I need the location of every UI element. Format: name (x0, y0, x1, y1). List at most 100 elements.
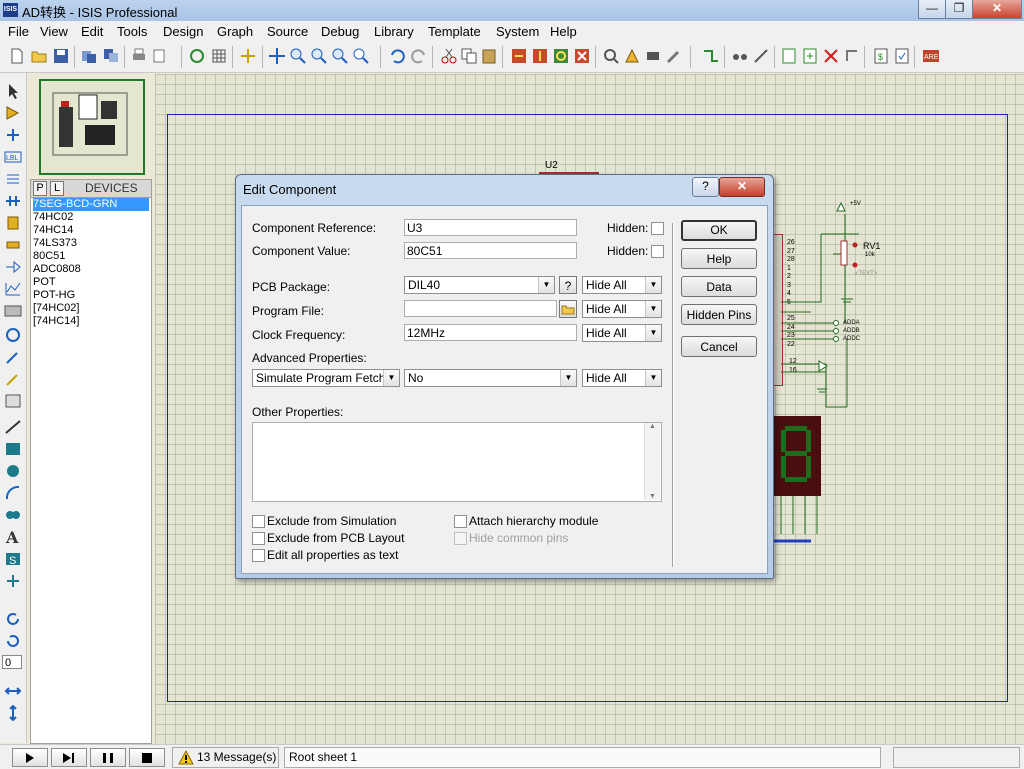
pick-devices-button[interactable]: P (33, 181, 47, 196)
list-item[interactable]: [74HC02] (33, 302, 79, 315)
list-item[interactable]: 7SEG-BCD-GRN (33, 198, 149, 211)
ok-button[interactable]: OK (681, 220, 757, 241)
reference-hidden-checkbox[interactable] (651, 222, 664, 235)
generator-mode-icon[interactable] (4, 327, 22, 343)
arc-tool-icon[interactable] (4, 485, 22, 501)
search-tag-icon[interactable] (731, 47, 749, 65)
mirror-horizontal-icon[interactable] (4, 683, 22, 699)
maximize-button[interactable]: ❐ (945, 0, 973, 19)
help-button[interactable]: Help (681, 248, 757, 269)
grid-icon[interactable] (210, 47, 228, 65)
copy-icon[interactable] (460, 47, 478, 65)
dialog-close-button[interactable]: ✕ (719, 177, 765, 197)
list-item[interactable]: [74HC14] (33, 315, 79, 328)
list-item[interactable]: 80C51 (33, 250, 65, 263)
data-button[interactable]: Data (681, 276, 757, 297)
make-device-icon[interactable] (623, 47, 641, 65)
clock-frequency-input[interactable]: 12MHz (404, 324, 577, 341)
play-button[interactable] (12, 748, 48, 767)
menu-source[interactable]: Source (267, 24, 308, 39)
new-file-icon[interactable] (8, 47, 26, 65)
exclude-pcb-checkbox[interactable] (252, 532, 265, 545)
step-button[interactable] (51, 748, 87, 767)
minimize-button[interactable]: — (918, 0, 946, 19)
add-sheet-icon[interactable] (801, 47, 819, 65)
wire-label-mode-icon[interactable]: LBL (4, 149, 22, 165)
bill-of-materials-icon[interactable]: $ (872, 47, 890, 65)
text-tool-icon[interactable]: A (4, 529, 22, 545)
import-icon[interactable] (80, 47, 98, 65)
rotate-cw-icon[interactable] (4, 611, 22, 627)
stop-button[interactable] (129, 748, 165, 767)
hidden-pins-button[interactable]: Hidden Pins (681, 304, 757, 325)
menu-debug[interactable]: Debug (321, 24, 359, 39)
rotation-angle-field[interactable]: 0 (2, 655, 22, 669)
pcb-package-visibility-select[interactable]: Hide All ▼ (582, 276, 662, 294)
list-item[interactable]: ADC0808 (33, 263, 81, 276)
ares-icon[interactable]: ARES (922, 47, 940, 65)
property-tool-icon[interactable] (752, 47, 770, 65)
attach-hierarchy-checkbox[interactable] (454, 515, 467, 528)
line-tool-icon[interactable] (4, 419, 22, 435)
electrical-check-icon[interactable] (893, 47, 911, 65)
pick-device-icon[interactable] (602, 47, 620, 65)
exit-parent-icon[interactable] (843, 47, 861, 65)
edit-all-as-text-checkbox[interactable] (252, 549, 265, 562)
new-sheet-icon[interactable] (780, 47, 798, 65)
list-item[interactable]: POT-HG (33, 289, 75, 302)
cut-icon[interactable] (440, 47, 458, 65)
list-item[interactable]: POT (33, 276, 56, 289)
area-icon[interactable] (150, 47, 168, 65)
junction-mode-icon[interactable] (4, 127, 22, 143)
tape-recorder-mode-icon[interactable] (4, 303, 22, 319)
menu-edit[interactable]: Edit (81, 24, 103, 39)
hide-common-pins-checkbox[interactable] (454, 532, 467, 545)
bus-mode-icon[interactable] (4, 193, 22, 209)
menu-library[interactable]: Library (374, 24, 414, 39)
path-tool-icon[interactable] (4, 507, 22, 523)
export-icon[interactable] (102, 47, 120, 65)
messages-indicator[interactable]: 13 Message(s) (172, 747, 279, 768)
graph-mode-icon[interactable] (4, 281, 22, 297)
decompose-icon[interactable] (665, 47, 683, 65)
menu-graph[interactable]: Graph (217, 24, 253, 39)
selection-mode-icon[interactable] (4, 83, 22, 99)
block-delete-icon[interactable] (573, 47, 591, 65)
component-reference-input[interactable]: U3 (404, 219, 577, 236)
value-hidden-checkbox[interactable] (651, 245, 664, 258)
save-icon[interactable] (52, 47, 70, 65)
program-file-input[interactable] (404, 300, 557, 317)
other-properties-scrollbar[interactable]: ▲ ▼ (644, 423, 660, 500)
text-script-mode-icon[interactable] (4, 171, 22, 187)
current-probe-icon[interactable] (4, 371, 22, 387)
zoom-all-icon[interactable] (331, 47, 349, 65)
marker-tool-icon[interactable] (4, 573, 22, 589)
remove-sheet-icon[interactable] (822, 47, 840, 65)
terminal-mode-icon[interactable] (4, 237, 22, 253)
list-item[interactable]: 74HC14 (33, 224, 73, 237)
symbol-tool-icon[interactable]: S (4, 551, 22, 567)
cancel-button[interactable]: Cancel (681, 336, 757, 357)
clock-frequency-visibility-select[interactable]: Hide All ▼ (582, 324, 662, 342)
advanced-value-select[interactable]: No ▼ (404, 369, 577, 387)
component-value-input[interactable]: 80C51 (404, 242, 577, 259)
redraw-icon[interactable] (188, 47, 206, 65)
origin-icon[interactable] (239, 47, 257, 65)
packaging-tool-icon[interactable] (644, 47, 662, 65)
pause-button[interactable] (90, 748, 126, 767)
paste-icon[interactable] (480, 47, 498, 65)
redo-icon[interactable] (410, 47, 428, 65)
menu-file[interactable]: File (8, 24, 29, 39)
zoom-out-icon[interactable] (310, 47, 328, 65)
virtual-instrument-icon[interactable] (4, 393, 22, 409)
list-item[interactable]: 74HC02 (33, 211, 73, 224)
devices-list[interactable]: 7SEG-BCD-GRN 74HC02 74HC14 74LS373 80C51… (30, 197, 152, 744)
voltage-probe-icon[interactable] (4, 349, 22, 365)
menu-design[interactable]: Design (163, 24, 203, 39)
block-move-icon[interactable] (531, 47, 549, 65)
program-file-visibility-select[interactable]: Hide All ▼ (582, 300, 662, 318)
undo-icon[interactable] (388, 47, 406, 65)
pcb-package-select[interactable]: DIL40 ▼ (404, 276, 555, 294)
exclude-simulation-checkbox[interactable] (252, 515, 265, 528)
zoom-area-icon[interactable] (352, 47, 370, 65)
